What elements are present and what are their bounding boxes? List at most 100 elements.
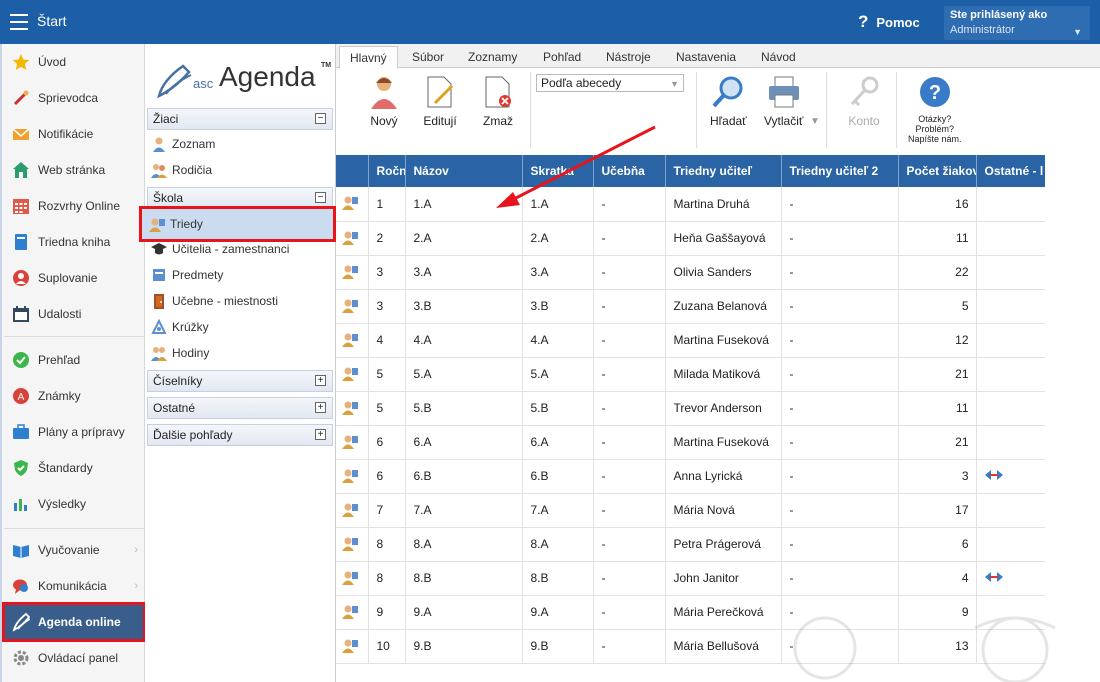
table-cell: 3 bbox=[898, 459, 977, 494]
column-header[interactable]: Učebňa bbox=[593, 155, 666, 187]
tab-nastroje[interactable]: Nástroje bbox=[596, 46, 661, 68]
menu-icon[interactable] bbox=[10, 14, 28, 30]
column-header[interactable]: Triedny učiteľ bbox=[665, 155, 782, 187]
nav-item-sprievodca[interactable]: Sprievodca bbox=[4, 80, 144, 116]
house-icon bbox=[12, 161, 30, 179]
chevron-down-icon[interactable]: ▼ bbox=[810, 116, 820, 127]
column-header[interactable]: Počet žiakov bbox=[898, 155, 977, 187]
panel-item-ucitelia[interactable]: Učitelia - zamestnanci bbox=[147, 237, 333, 261]
nav-item-vyucovanie[interactable]: Vyučovanie › bbox=[4, 532, 144, 568]
section-dalsie-pohlady[interactable]: Ďalšie pohľady + bbox=[147, 424, 333, 446]
user-menu[interactable]: Ste prihlásený ako Administrátor ▼ bbox=[944, 6, 1090, 40]
expand-icon[interactable]: + bbox=[315, 429, 326, 440]
search-button[interactable]: Hľadať bbox=[710, 74, 747, 128]
table-row[interactable]: 6 6.A 6.A - Martina Fuseková -21 bbox=[336, 425, 1045, 460]
tab-zoznamy[interactable]: Zoznamy bbox=[458, 46, 527, 68]
panel-item-predmety[interactable]: Predmety bbox=[147, 263, 333, 287]
table-row[interactable]: 4 4.A 4.A - Martina Fuseková -12 bbox=[336, 323, 1045, 358]
nav-item-standardy[interactable]: Štandardy bbox=[4, 450, 144, 486]
panel-item-ucebne[interactable]: Učebne - miestnosti bbox=[147, 289, 333, 313]
table-cell: 5 bbox=[368, 391, 406, 426]
table-cell: 6.B bbox=[522, 459, 594, 494]
help-button[interactable]: ? Pomoc bbox=[858, 12, 920, 32]
nav-item-agenda-online[interactable]: Agenda online bbox=[2, 602, 146, 642]
tab-pohlad[interactable]: Pohľad bbox=[533, 46, 591, 68]
nav-item-triedna-kniha[interactable]: Triedna kniha bbox=[4, 224, 144, 260]
link-arrows-icon[interactable] bbox=[984, 469, 1003, 483]
panel-item-kruzky[interactable]: Krúžky bbox=[147, 315, 333, 339]
account-button[interactable]: Konto bbox=[846, 74, 882, 128]
expand-icon[interactable]: + bbox=[315, 402, 326, 413]
nav-item-udalosti[interactable]: Udalosti bbox=[4, 296, 144, 332]
column-header[interactable]: Ostatné - l bbox=[976, 155, 1045, 187]
table-row[interactable]: 6 6.B 6.B - Anna Lyrická -3 bbox=[336, 459, 1045, 494]
table-row[interactable]: 3 3.A 3.A - Olivia Sanders -22 bbox=[336, 255, 1045, 290]
tab-subor[interactable]: Súbor bbox=[402, 46, 454, 68]
nav-item-rozvrhy-online[interactable]: Rozvrhy Online bbox=[4, 188, 144, 224]
section-ciselniky[interactable]: Číselníky + bbox=[147, 370, 333, 392]
table-cell: - bbox=[593, 595, 666, 630]
column-header[interactable]: Ročn bbox=[368, 155, 406, 187]
tab-nastavenia[interactable]: Nastavenia bbox=[666, 46, 746, 68]
pen-icon bbox=[12, 612, 30, 632]
section-ostatne[interactable]: Ostatné + bbox=[147, 397, 333, 419]
table-cell: - bbox=[593, 493, 666, 528]
column-header[interactable]: Triedny učiteľ 2 bbox=[781, 155, 899, 187]
table-cell: 22 bbox=[898, 255, 977, 290]
table-row[interactable]: 7 7.A 7.A - Mária Nová -17 bbox=[336, 493, 1045, 528]
collapse-icon[interactable]: − bbox=[315, 192, 326, 203]
nav-item-uvod[interactable]: Úvod bbox=[4, 44, 144, 80]
class-icon bbox=[336, 527, 369, 562]
panel-item-hodiny[interactable]: Hodiny bbox=[147, 341, 333, 365]
table-cell: 5.B bbox=[405, 391, 523, 426]
table-cell: 9 bbox=[368, 595, 406, 630]
section-skola[interactable]: Škola − bbox=[147, 187, 333, 209]
table-row[interactable]: 2 2.A 2.A - Heňa Gaššayová -11 bbox=[336, 221, 1045, 256]
sort-select[interactable]: Podľa abecedy ▼ bbox=[536, 74, 684, 92]
table-cell: 3.B bbox=[405, 289, 523, 324]
panel-item-triedy[interactable]: Triedy bbox=[139, 206, 336, 242]
table-row[interactable]: 3 3.B 3.B - Zuzana Belanová -5 bbox=[336, 289, 1045, 324]
nav-item-prehlad[interactable]: Prehľad bbox=[4, 342, 144, 378]
nav-item-vysledky[interactable]: Výsledky bbox=[4, 486, 144, 522]
nav-item-komunikacia[interactable]: Komunikácia › bbox=[4, 568, 144, 604]
class-icon bbox=[336, 425, 369, 460]
delete-button[interactable]: Zmaž bbox=[480, 74, 516, 128]
table-cell: - bbox=[593, 425, 666, 460]
panel-item-zoznam[interactable]: Zoznam bbox=[147, 132, 333, 156]
expand-icon[interactable]: + bbox=[315, 375, 326, 386]
nav-item-suplovanie[interactable]: Suplovanie bbox=[4, 260, 144, 296]
link-arrows-icon[interactable] bbox=[984, 571, 1003, 585]
nav-item-znamky[interactable]: A Známky bbox=[4, 378, 144, 414]
edit-button[interactable]: Editují bbox=[422, 74, 458, 128]
class-icon bbox=[336, 629, 369, 664]
new-button[interactable]: Nový bbox=[366, 74, 402, 128]
panel-item-rodicia[interactable]: Rodičia bbox=[147, 158, 333, 182]
nav-item-notifikacie[interactable]: Notifikácie bbox=[4, 116, 144, 152]
column-header[interactable]: Skratka bbox=[522, 155, 594, 187]
check-circle-icon bbox=[12, 351, 30, 369]
nav-item-web-stranka[interactable]: Web stránka bbox=[4, 152, 144, 188]
table-cell: 4.A bbox=[405, 323, 523, 358]
key-icon bbox=[846, 74, 882, 110]
feedback-button[interactable]: ? Otázky? Problém? Napíšte nám. bbox=[908, 74, 962, 144]
table-cell: - bbox=[593, 459, 666, 494]
table-cell: 5.B bbox=[522, 391, 594, 426]
print-button[interactable]: Vytlačiť bbox=[764, 74, 803, 128]
nav-item-plany-a-pripravy[interactable]: Plány a prípravy bbox=[4, 414, 144, 450]
tab-hlavny[interactable]: Hlavný bbox=[339, 46, 398, 69]
section-ziaci[interactable]: Žiaci − bbox=[147, 108, 333, 130]
table-row[interactable]: 5 5.B 5.B - Trevor Anderson -11 bbox=[336, 391, 1045, 426]
tab-navod[interactable]: Návod bbox=[751, 46, 806, 68]
table-cell: 8 bbox=[368, 561, 406, 596]
column-header[interactable]: Názov bbox=[405, 155, 523, 187]
table-cell: 4 bbox=[368, 323, 406, 358]
table-cell: - bbox=[593, 357, 666, 392]
table-row[interactable]: 8 8.B 8.B - John Janitor -4 bbox=[336, 561, 1045, 596]
table-row[interactable]: 5 5.A 5.A - Milada Matiková -21 bbox=[336, 357, 1045, 392]
nav-item-ovladaci-panel[interactable]: Ovládací panel bbox=[4, 640, 144, 676]
table-row[interactable]: 1 1.A 1.A - Martina Druhá -16 bbox=[336, 187, 1045, 222]
table-row[interactable]: 8 8.A 8.A - Petra Prágerová -6 bbox=[336, 527, 1045, 562]
table-cell: Mária Bellušová bbox=[665, 629, 782, 664]
collapse-icon[interactable]: − bbox=[315, 113, 326, 124]
